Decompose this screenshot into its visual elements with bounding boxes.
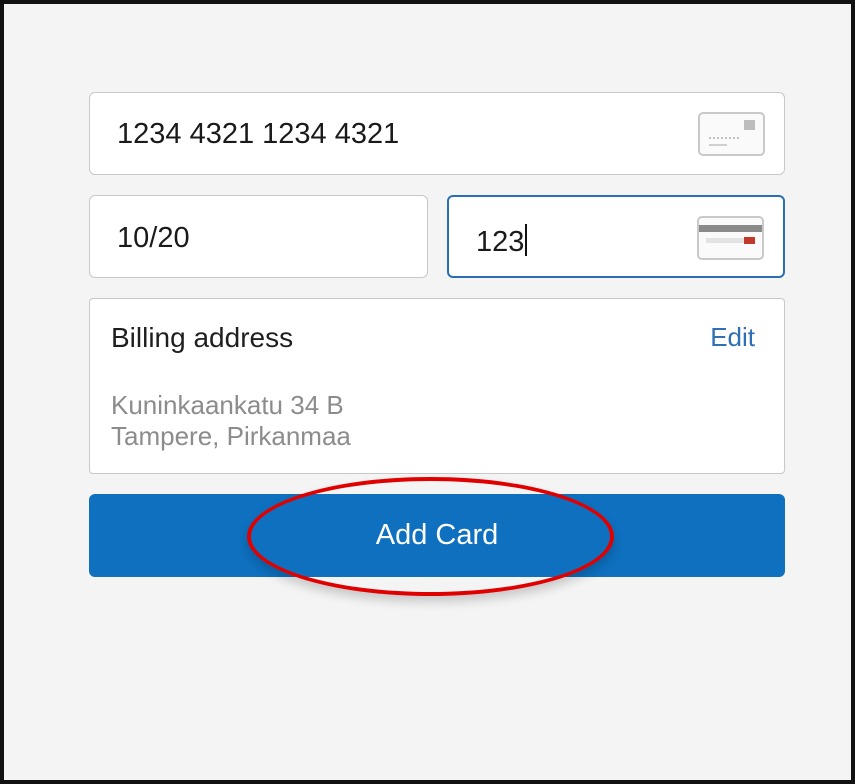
cvc-code-marker xyxy=(744,237,755,244)
card-name-line xyxy=(709,144,727,149)
billing-address-line2: Tampere, Pirkanmaa xyxy=(111,421,351,451)
billing-address-title: Billing address xyxy=(111,322,294,353)
cvc-value-wrapper: 123 xyxy=(476,224,528,258)
card-number-dots xyxy=(709,137,739,142)
window-frame: 1234 4321 1234 4321 10/20 123 Billing ad… xyxy=(0,0,855,784)
card-back-cvc-icon xyxy=(697,216,764,260)
cvc-value: 123 xyxy=(476,226,525,258)
billing-address-line1: Kuninkaankatu 34 B xyxy=(111,390,344,420)
expiry-date-field[interactable]: 10/20 xyxy=(89,195,428,278)
add-card-button[interactable]: Add Card xyxy=(89,494,785,577)
card-chip xyxy=(744,120,755,130)
card-number-field[interactable]: 1234 4321 1234 4321 xyxy=(89,92,785,175)
billing-edit-link[interactable]: Edit xyxy=(710,322,755,353)
cvc-field[interactable]: 123 xyxy=(447,195,785,278)
text-cursor xyxy=(525,224,528,256)
expiry-date-value: 10/20 xyxy=(117,222,190,254)
signature-strip xyxy=(706,238,746,243)
card-number-value: 1234 4321 1234 4321 xyxy=(117,118,400,150)
magnetic-stripe xyxy=(699,225,762,232)
credit-card-icon xyxy=(698,112,765,156)
billing-address-panel: Billing address Edit Kuninkaankatu 34 B … xyxy=(89,298,785,474)
